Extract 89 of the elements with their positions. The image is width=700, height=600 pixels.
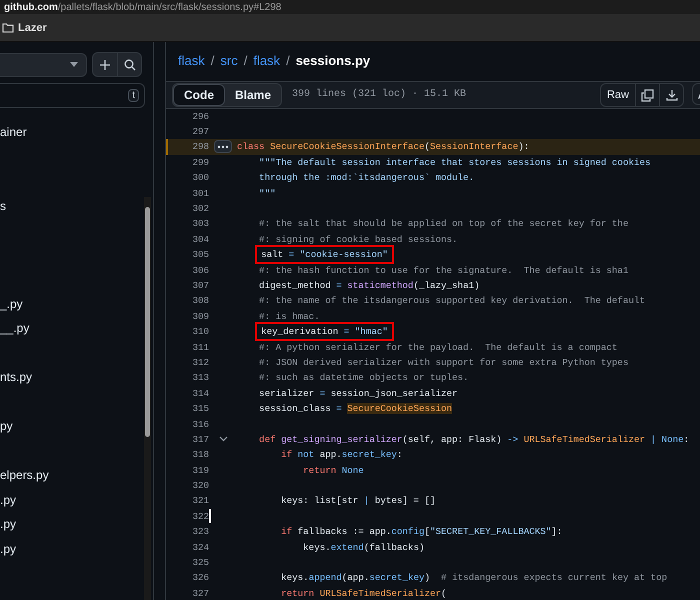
line-number[interactable]: 319 <box>166 464 209 476</box>
download-icon <box>666 89 678 102</box>
line-number[interactable]: 325 <box>166 557 209 568</box>
code-text: keys.append(app.secret_key) # itsdangerous expects current key at top <box>280 572 668 584</box>
bookmark-folder[interactable]: Lazer <box>2 22 47 34</box>
line-number[interactable]: 315 <box>166 403 209 414</box>
search-icon <box>124 58 136 70</box>
path-separator: / <box>244 53 248 68</box>
file-tree-item[interactable]: .py <box>0 492 143 507</box>
line-number[interactable]: 301 <box>166 188 209 199</box>
plus-icon <box>99 58 111 70</box>
code-text: #: the salt that should be applied on top of the secret key for the <box>258 218 628 230</box>
line-number[interactable]: 321 <box>166 495 209 506</box>
file-tree-item[interactable]: s <box>0 198 143 213</box>
code-text: #: the name of the itsdangerous supported key derivation. The default <box>258 295 645 306</box>
code-text: #: signing of cookie based sessions. <box>258 234 458 245</box>
file-tree-item[interactable]: _.py <box>0 296 143 311</box>
file-tree-item[interactable]: nts.py <box>0 370 143 384</box>
line-options-button[interactable] <box>214 140 232 154</box>
line-number[interactable]: 310 <box>166 326 209 338</box>
ellipsis-icon <box>217 144 229 149</box>
shortcut-key: t <box>128 89 139 102</box>
caret-icon <box>70 62 78 67</box>
line-number[interactable]: 312 <box>166 356 209 368</box>
breadcrumb-item[interactable]: flask <box>253 53 280 68</box>
path-separator: / <box>286 53 290 68</box>
code-text: #: is hmac. <box>258 310 320 322</box>
line-number[interactable]: 299 <box>166 156 209 168</box>
code-text: keys: list[str | bytes] = [] <box>280 495 436 506</box>
code-text: if fallbacks := app.config["SECRET_KEY_FALLBACKS"]: <box>280 526 562 538</box>
line-number[interactable]: 308 <box>166 295 209 306</box>
line-number[interactable]: 327 <box>166 588 209 599</box>
view-tab[interactable]: Blame <box>225 84 282 106</box>
line-number[interactable]: 322 <box>166 510 209 522</box>
file-tree-item[interactable]: elpers.py <box>0 468 143 482</box>
line-number[interactable]: 311 <box>166 342 209 353</box>
code-text: if not app.secret_key: <box>280 449 402 460</box>
line-number[interactable]: 326 <box>166 572 209 584</box>
line-number[interactable]: 305 <box>166 249 209 260</box>
line-number[interactable]: 300 <box>166 172 209 184</box>
line-number[interactable]: 314 <box>166 388 209 399</box>
breadcrumb-item: sessions.py <box>296 53 370 68</box>
code-text: serializer = session_json_serializer <box>258 388 458 399</box>
line-number[interactable]: 313 <box>166 372 209 384</box>
folder-icon <box>2 22 14 32</box>
line-number[interactable]: 297 <box>166 126 209 138</box>
breadcrumb-item[interactable]: flask <box>178 53 205 68</box>
code-text: digest_method = staticmethod(_lazy_sha1) <box>258 280 480 291</box>
line-number[interactable]: 302 <box>166 203 209 214</box>
code-text: """The default session interface that stores sessions in signed cookies <box>258 156 651 168</box>
file-tree-item[interactable]: py <box>0 419 143 434</box>
line-number[interactable]: 306 <box>166 264 209 276</box>
file-filter-field[interactable]: t <box>0 83 145 108</box>
code-text: class SecureCookieSessionInterface(SessionInterface): <box>237 141 530 152</box>
text-cursor <box>209 509 210 524</box>
line-number[interactable]: 303 <box>166 218 209 230</box>
code-text: keys.extend(fallbacks) <box>302 542 424 553</box>
line-number[interactable]: 298 <box>166 141 209 152</box>
code-text: #: A python serializer for the payload. The default is a compact <box>258 342 618 353</box>
code-text: """ <box>258 188 276 199</box>
line-number[interactable]: 317 <box>166 434 209 445</box>
view-tab[interactable]: Code <box>173 84 225 106</box>
code-text: return None <box>302 464 364 476</box>
line-number[interactable]: 318 <box>166 449 209 460</box>
file-tree-item[interactable]: .py <box>0 542 143 556</box>
breadcrumb-item[interactable]: src <box>220 53 238 68</box>
file-tree-item[interactable]: .py <box>0 517 143 532</box>
code-text: #: the hash function to use for the signature. The default is sha1 <box>258 264 628 276</box>
chevron-down-icon[interactable] <box>218 436 228 442</box>
code-text: #: JSON derived serializer with support for some extra Python types <box>258 356 628 368</box>
scrollbar[interactable] <box>144 197 151 600</box>
code-text: through the :mod:`itsdangerous` module. <box>258 172 474 184</box>
code-text: session_class = SecureCookieSession <box>258 403 452 414</box>
line-number[interactable]: 316 <box>166 418 209 430</box>
code-text: return URLSafeTimedSerializer( <box>280 588 447 599</box>
code-text: def get_signing_serializer(self, app: Flask) -> URLSafeTimedSerializer | None: <box>258 434 690 445</box>
file-info: 399 lines (321 loc) · 15.1 KB <box>292 89 466 100</box>
file-tree-item[interactable]: __.py <box>0 321 143 336</box>
line-number[interactable]: 323 <box>166 526 209 538</box>
copy-icon <box>641 88 654 102</box>
line-number[interactable]: 320 <box>166 480 209 492</box>
line-number[interactable]: 307 <box>166 280 209 291</box>
line-number[interactable]: 304 <box>166 234 209 245</box>
line-number[interactable]: 324 <box>166 542 209 553</box>
line-number[interactable]: 296 <box>166 110 209 122</box>
code-text: #: such as datetime objects or tuples. <box>258 372 469 384</box>
line-number[interactable]: 309 <box>166 310 209 322</box>
file-tree-item[interactable]: ainer <box>0 125 143 140</box>
path-separator: / <box>210 53 214 68</box>
